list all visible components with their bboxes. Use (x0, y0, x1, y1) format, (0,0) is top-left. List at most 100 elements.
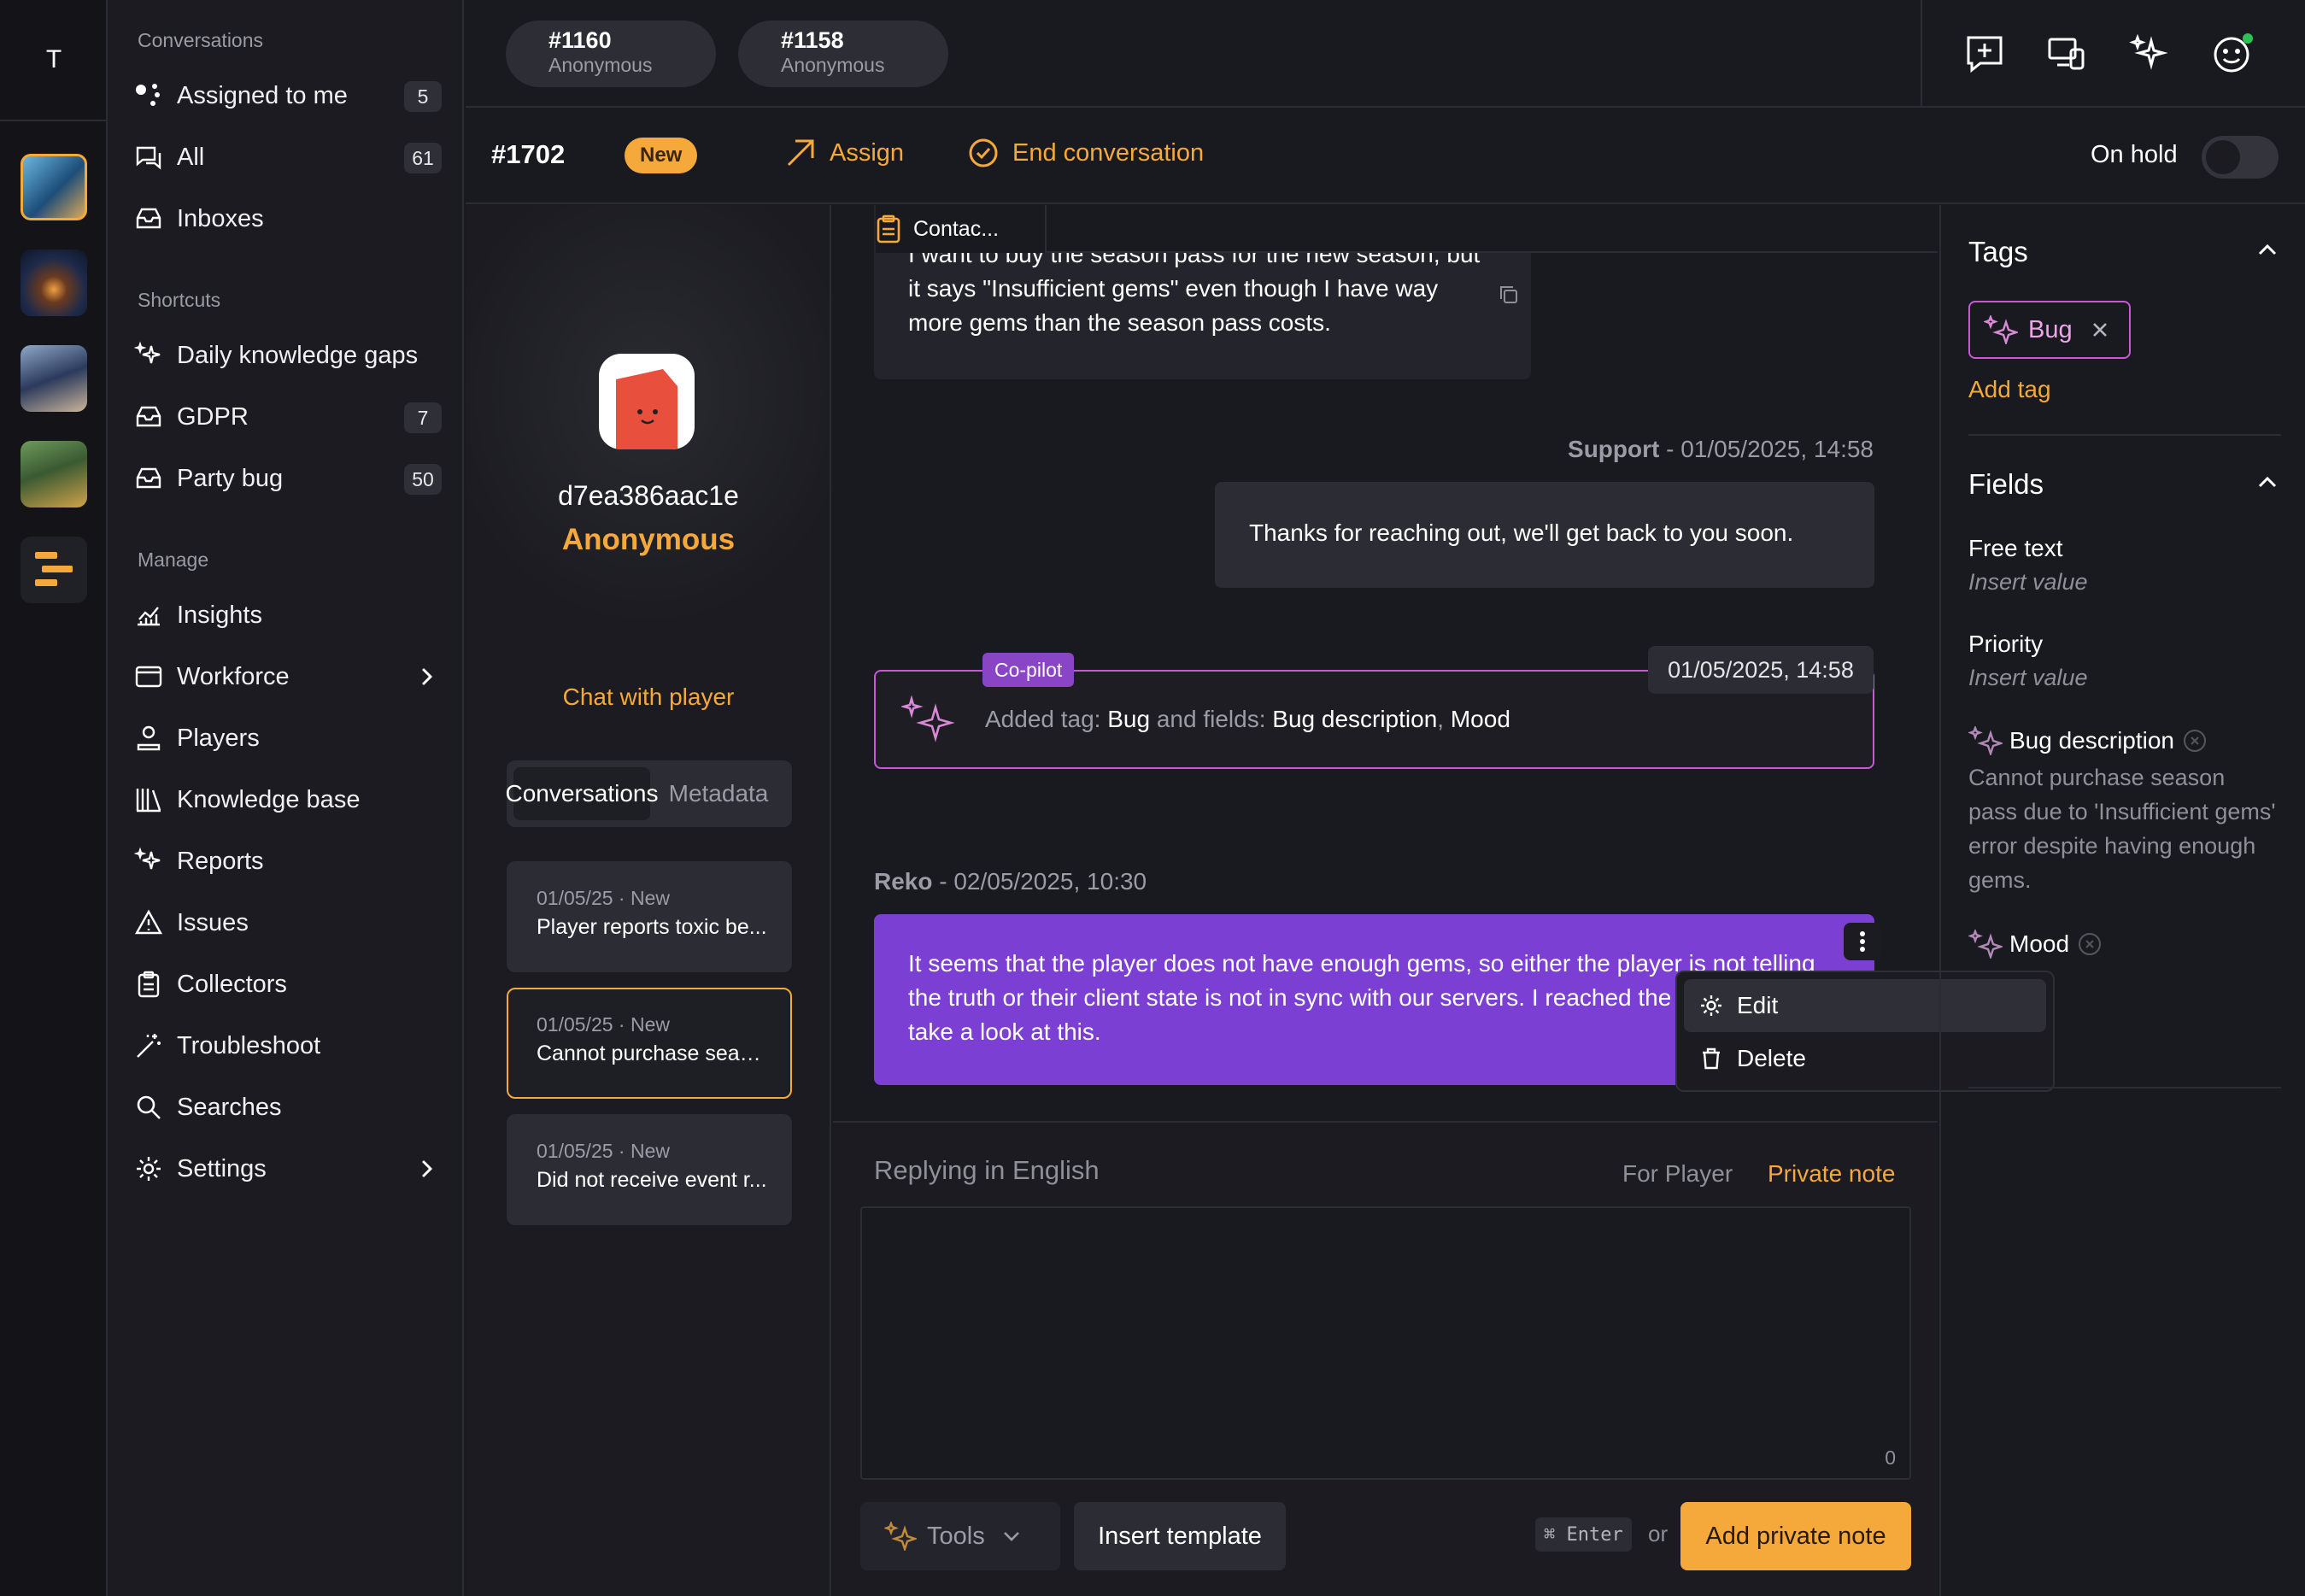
sidebar-item-searches[interactable]: Searches (134, 1082, 442, 1133)
sidebar-item-gdpr[interactable]: GDPR 7 (134, 391, 442, 443)
inbox-icon (134, 464, 163, 493)
sidebar-item-label: Players (177, 724, 260, 752)
sidebar-item-knowledge-gaps[interactable]: Daily knowledge gaps (134, 330, 442, 381)
message-options-button[interactable] (1844, 923, 1881, 960)
add-tag-link[interactable]: Add tag (1968, 376, 2051, 403)
sidebar-item-label: Searches (177, 1093, 282, 1121)
reply-composer: Replying in English For Player Private n… (833, 1121, 1938, 1596)
sidebar-item-settings[interactable]: Settings (134, 1143, 442, 1194)
support-author: Support (1568, 436, 1660, 462)
chat-thread: I want to buy the season pass for the ne… (833, 205, 2055, 1596)
reko-message-meta: Reko - 02/05/2025, 10:30 (874, 868, 1147, 895)
chevron-up-icon[interactable] (2257, 243, 2278, 256)
copilot-text: Added tag: Bug and fields: Bug descripti… (985, 702, 1510, 736)
chat-with-player-link[interactable]: Chat with player (466, 684, 831, 711)
sidebar-item-party-bug[interactable]: Party bug 50 (134, 453, 442, 504)
sidebar-item-knowledge-base[interactable]: Knowledge base (134, 774, 442, 825)
char-count: 0 (1885, 1446, 1896, 1469)
sidebar-item-collectors[interactable]: Collectors (134, 959, 442, 1010)
priority-value[interactable]: Insert value (1968, 665, 2088, 691)
insert-template-button[interactable]: Insert template (1074, 1502, 1286, 1570)
sidebar-item-players[interactable]: Players (134, 713, 442, 764)
game-app-4[interactable] (21, 441, 87, 508)
conversations-heading: Conversations (138, 29, 264, 51)
game-app-1[interactable] (21, 154, 87, 220)
assign-label: Assign (830, 138, 905, 167)
devices-icon[interactable] (2047, 34, 2086, 73)
clear-icon[interactable] (2078, 932, 2102, 956)
sidebar-item-troubleshoot[interactable]: Troubleshoot (134, 1020, 442, 1071)
sidebar-item-workforce[interactable]: Workforce (134, 651, 442, 702)
sparkle-icon (884, 1522, 917, 1551)
end-conversation-button[interactable]: End conversation (968, 138, 1204, 168)
card-title: Player reports toxic be... (537, 915, 767, 939)
reko-time: - 02/05/2025, 10:30 (932, 868, 1147, 895)
copilot-tag: Bug (1107, 706, 1151, 732)
bug-description-label: Bug description (2009, 727, 2175, 754)
copy-icon[interactable] (1498, 284, 1520, 306)
count-badge: 5 (404, 81, 442, 112)
copilot-field-2: Mood (1450, 706, 1510, 732)
support-time: - 01/05/2025, 14:58 (1659, 436, 1874, 462)
private-note-tab[interactable]: Private note (1768, 1160, 1895, 1188)
assign-button[interactable]: Assign (785, 138, 904, 168)
sidebar-item-all[interactable]: All 61 (134, 132, 442, 183)
sidebar-item-issues[interactable]: Issues (134, 897, 442, 948)
tools-dropdown[interactable]: Tools (860, 1502, 1060, 1570)
tab-conversation-1160[interactable]: #1160 Anonymous (506, 21, 716, 87)
fields-heading: Fields (1968, 468, 2044, 500)
tools-label: Tools (927, 1522, 985, 1550)
for-player-tab[interactable]: For Player (1622, 1160, 1733, 1188)
tab-conversations[interactable]: Conversations (506, 767, 659, 820)
chevron-up-icon[interactable] (2257, 475, 2278, 489)
menu-item-label: Edit (1737, 992, 1779, 1018)
contact-tab-label: Contac... (913, 216, 1000, 241)
sidebar-item-assigned[interactable]: Assigned to me 5 (134, 70, 442, 121)
sidebar-item-label: Assigned to me (177, 81, 348, 109)
user-status-icon[interactable] (2211, 32, 2254, 75)
sidebar-item-inboxes[interactable]: Inboxes (134, 193, 442, 244)
chevron-right-icon (418, 665, 435, 689)
clear-icon[interactable] (2183, 729, 2207, 753)
card-date: 01/05/25 · New (537, 1140, 670, 1162)
player-avatar (599, 354, 695, 449)
workspace-avatar[interactable]: T (0, 0, 108, 121)
game-app-3[interactable] (21, 345, 87, 412)
priority-label: Priority (1968, 631, 2044, 657)
tag-label: Bug (2028, 315, 2073, 343)
clipboard-icon (876, 214, 901, 244)
conversation-card[interactable]: 01/05/25 · New Player reports toxic be..… (507, 861, 792, 972)
conversation-id: #1702 (491, 139, 566, 169)
player-id: d7ea386aac1e (558, 480, 739, 511)
conversation-tabs-bar: #1160 Anonymous #1158 Anonymous (466, 0, 1921, 108)
more-vertical-icon (1859, 930, 1866, 953)
chat-bubbles-icon (134, 143, 163, 172)
count-badge: 61 (404, 143, 442, 173)
sidebar-item-insights[interactable]: Insights (134, 590, 442, 641)
sidebar-item-label: Troubleshoot (177, 1031, 321, 1059)
conversation-card-selected[interactable]: 01/05/25 · New Cannot purchase seas... (507, 988, 792, 1099)
count-badge: 50 (404, 464, 442, 495)
new-message-icon[interactable] (1965, 34, 2004, 73)
tab-id: #1160 (548, 27, 612, 53)
contact-tab[interactable]: Contac... (876, 205, 1047, 253)
logo-app[interactable] (21, 537, 87, 603)
tab-conversation-1158[interactable]: #1158 Anonymous (738, 21, 948, 87)
sidebar-item-label: Inboxes (177, 204, 264, 232)
game-app-2[interactable] (21, 249, 87, 316)
copilot-mid: and fields: (1150, 706, 1273, 732)
on-hold-toggle[interactable] (2202, 136, 2279, 179)
assigned-icon (134, 81, 163, 110)
sidebar-item-reports[interactable]: Reports (134, 836, 442, 887)
tab-metadata[interactable]: Metadata (652, 767, 785, 820)
add-private-note-button[interactable]: Add private note (1680, 1502, 1911, 1570)
free-text-value[interactable]: Insert value (1968, 569, 2088, 596)
conversation-card[interactable]: 01/05/25 · New Did not receive event r..… (507, 1114, 792, 1225)
status-badge: New (625, 138, 698, 173)
check-circle-icon (968, 138, 999, 168)
sparkle-icon[interactable] (2129, 34, 2168, 73)
reply-textarea[interactable]: 0 (860, 1206, 1911, 1480)
bug-description-value[interactable]: Cannot purchase season pass due to 'Insu… (1968, 760, 2276, 897)
sidebar-item-label: Party bug (177, 464, 284, 492)
close-icon[interactable] (2091, 321, 2109, 338)
